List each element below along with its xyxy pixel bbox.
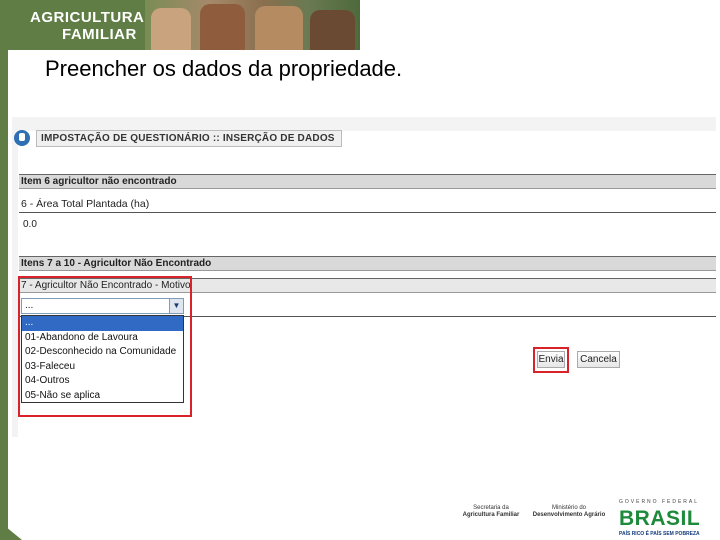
logo-line-2: FAMILIAR [62,26,137,43]
brasil-logo: BRASIL PAÍS RICO É PAÍS SEM POBREZA [619,507,701,537]
section-items-7-10: Itens 7 a 10 - Agricultor Não Encontrado [19,256,716,271]
farmer-photo-4 [310,10,355,50]
form-header: IMPOSTAÇÃO DE QUESTIONÁRIO :: INSERÇÃO D… [14,128,342,148]
farmer-photo-2 [200,4,245,50]
agricultura-familiar-logo: AGRICULTURA FAMILIAR [0,0,145,50]
governo-federal-label: GOVERNO FEDERAL [619,499,700,505]
form-header-title: IMPOSTAÇÃO DE QUESTIONÁRIO :: INSERÇÃO D… [36,129,342,147]
logo-line-1: AGRICULTURA [30,9,145,26]
field-6-divider [19,212,716,213]
brasil-wordmark: BRASIL [619,507,701,530]
slide-title: Preencher os dados da propriedade. [45,56,403,81]
highlight-motivo [18,276,192,417]
ministerio-label: Ministério do [551,505,586,511]
secretaria-label: Secretaria da [473,505,509,511]
form-icon [14,130,30,146]
cancel-button[interactable]: Cancela [577,351,620,368]
farmers-photo-strip [145,0,360,50]
section-item-6: Item 6 agricultor não encontrado [19,174,716,189]
farmer-photo-3 [255,6,303,50]
secretaria-name: Agricultura Familiar [462,512,520,518]
highlight-send-button [533,347,569,373]
field-6-label: 6 - Área Total Plantada (ha) [21,198,150,210]
ministerio-logo: Ministério do Desenvolvimento Agrário [532,505,606,519]
corner-accent [0,522,22,540]
ministerio-name: Desenvolvimento Agrário [532,512,606,518]
secretaria-logo: Secretaria da Agricultura Familiar [455,505,527,519]
brasil-slogan: PAÍS RICO É PAÍS SEM POBREZA [619,531,700,537]
left-accent-bar [0,50,8,540]
farmer-photo-1 [151,8,191,50]
field-6-input[interactable]: 0.0 [23,219,37,230]
